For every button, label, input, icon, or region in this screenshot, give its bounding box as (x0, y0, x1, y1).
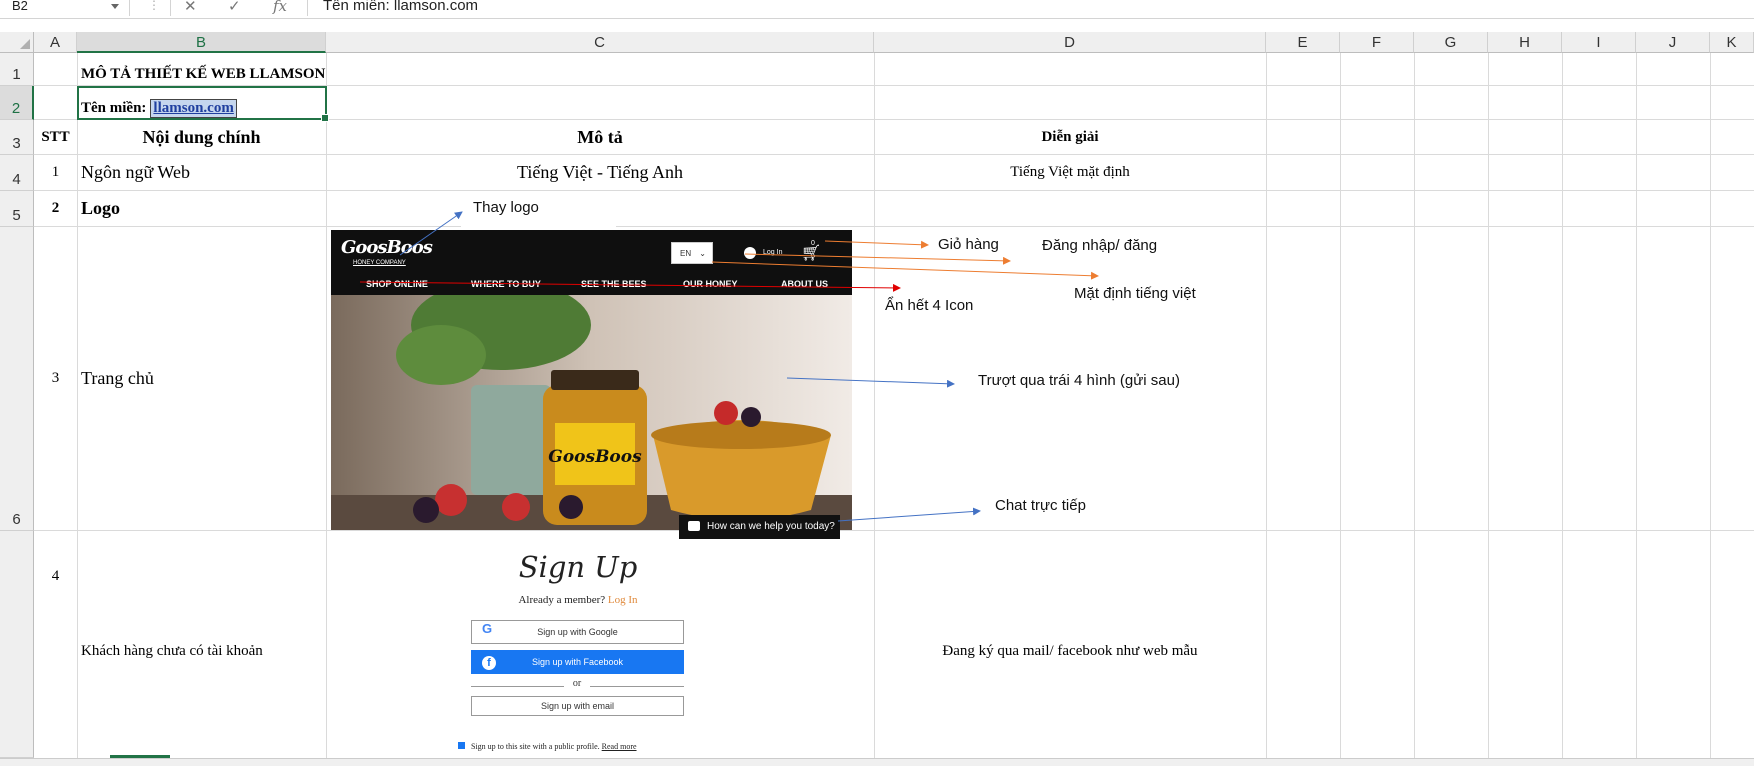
read-more-link: Read more (601, 742, 637, 751)
signup-already: Already a member? Log In (458, 594, 698, 606)
arrow-chat (837, 507, 981, 522)
arrow-login (744, 253, 1011, 265)
arrow-lang (711, 261, 1099, 280)
google-icon: G (482, 621, 493, 636)
public-profile-text: Sign up to this site with a public profi… (471, 742, 600, 751)
already-text: Already a member? (518, 594, 606, 606)
row7-explain[interactable]: Đang ký qua mail/ facebook như web mẫu (874, 631, 1266, 671)
active-sheet-tab[interactable] (110, 755, 170, 758)
arrow-logo (399, 211, 463, 256)
login-link: Log In (607, 594, 638, 606)
arrow-slider (786, 377, 955, 388)
google-signup-button: G Sign up with Google (471, 620, 684, 644)
signup-title: Sign Up (518, 550, 638, 584)
facebook-signup-button: f Sign up with Facebook (471, 650, 684, 674)
public-profile-checkbox: Sign up to this site with a public profi… (458, 742, 708, 751)
or-label: or (564, 678, 590, 689)
signup-screenshot[interactable]: Sign Up Already a member? Log In G Sign … (458, 550, 698, 758)
row7-content[interactable]: Khách hàng chưa có tài khoản (81, 631, 263, 671)
email-signup-button: Sign up with email (471, 696, 684, 716)
row7-stt[interactable]: 4 (34, 531, 77, 621)
arrow-hide-icons (359, 281, 901, 292)
facebook-label: Sign up with Facebook (531, 657, 624, 667)
checkbox-icon (458, 742, 465, 749)
arrow-cart (824, 240, 929, 249)
facebook-icon: f (482, 656, 496, 670)
google-label: Sign up with Google (537, 627, 618, 637)
